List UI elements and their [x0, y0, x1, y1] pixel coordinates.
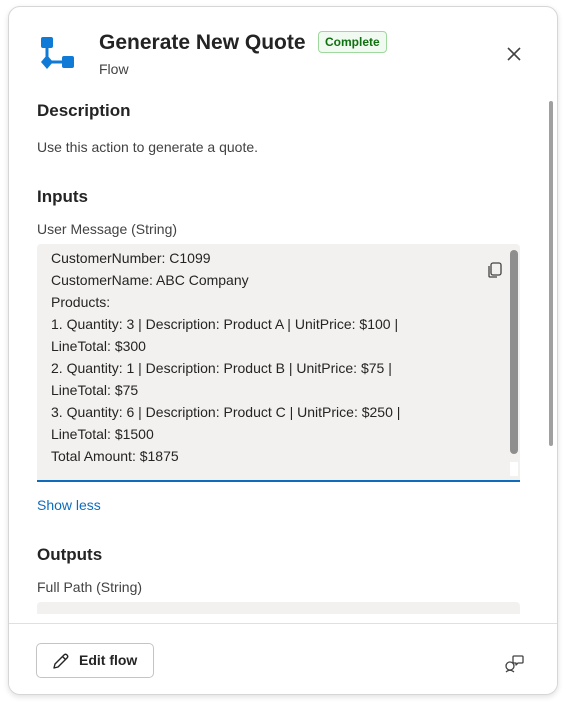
message-line: LineTotal: $75 — [51, 382, 139, 398]
message-line: 3. Quantity: 6 | Description: Product C … — [51, 404, 401, 420]
input-scrollbar[interactable] — [510, 250, 518, 454]
input-field-label: User Message (String) — [37, 221, 178, 237]
copy-icon[interactable] — [486, 261, 504, 279]
edit-flow-label: Edit flow — [79, 652, 138, 668]
message-line: Total Amount: $1875 — [51, 448, 179, 464]
full-path-field[interactable] — [37, 602, 520, 614]
outputs-heading: Outputs — [37, 545, 103, 564]
panel-subtitle: Flow — [99, 61, 129, 77]
inputs-heading: Inputs — [37, 187, 88, 206]
feedback-icon[interactable] — [503, 653, 525, 675]
description-heading: Description — [37, 101, 131, 120]
panel-header: Generate New Quote Complete Flow — [9, 7, 557, 93]
edit-flow-button[interactable]: Edit flow — [36, 643, 154, 678]
message-line: LineTotal: $300 — [51, 338, 146, 354]
panel-footer: Edit flow — [9, 623, 557, 694]
input-scrollbar-track-end — [510, 462, 518, 476]
message-line: CustomerName: ABC Company — [51, 272, 249, 288]
message-line: CustomerNumber: C1099 — [51, 250, 211, 266]
output-field-label: Full Path (String) — [37, 579, 143, 595]
pencil-icon — [53, 653, 69, 669]
panel-body: Description Use this action to generate … — [9, 93, 557, 623]
message-line: Products: — [51, 294, 111, 310]
status-badge: Complete — [318, 31, 387, 53]
message-line: 2. Quantity: 1 | Description: Product B … — [51, 360, 392, 376]
flow-diagram-icon — [41, 37, 74, 69]
show-less-link[interactable]: Show less — [37, 497, 101, 513]
message-line: 1. Quantity: 3 | Description: Product A … — [51, 316, 399, 332]
message-line: LineTotal: $1500 — [51, 426, 154, 442]
user-message-field[interactable]: CustomerNumber: C1099 CustomerName: ABC … — [37, 244, 520, 482]
description-text: Use this action to generate a quote. — [37, 139, 259, 155]
flow-details-panel: Generate New Quote Complete Flow Descrip… — [8, 6, 558, 695]
panel-title: Generate New Quote — [99, 31, 306, 54]
close-icon[interactable] — [503, 43, 525, 65]
